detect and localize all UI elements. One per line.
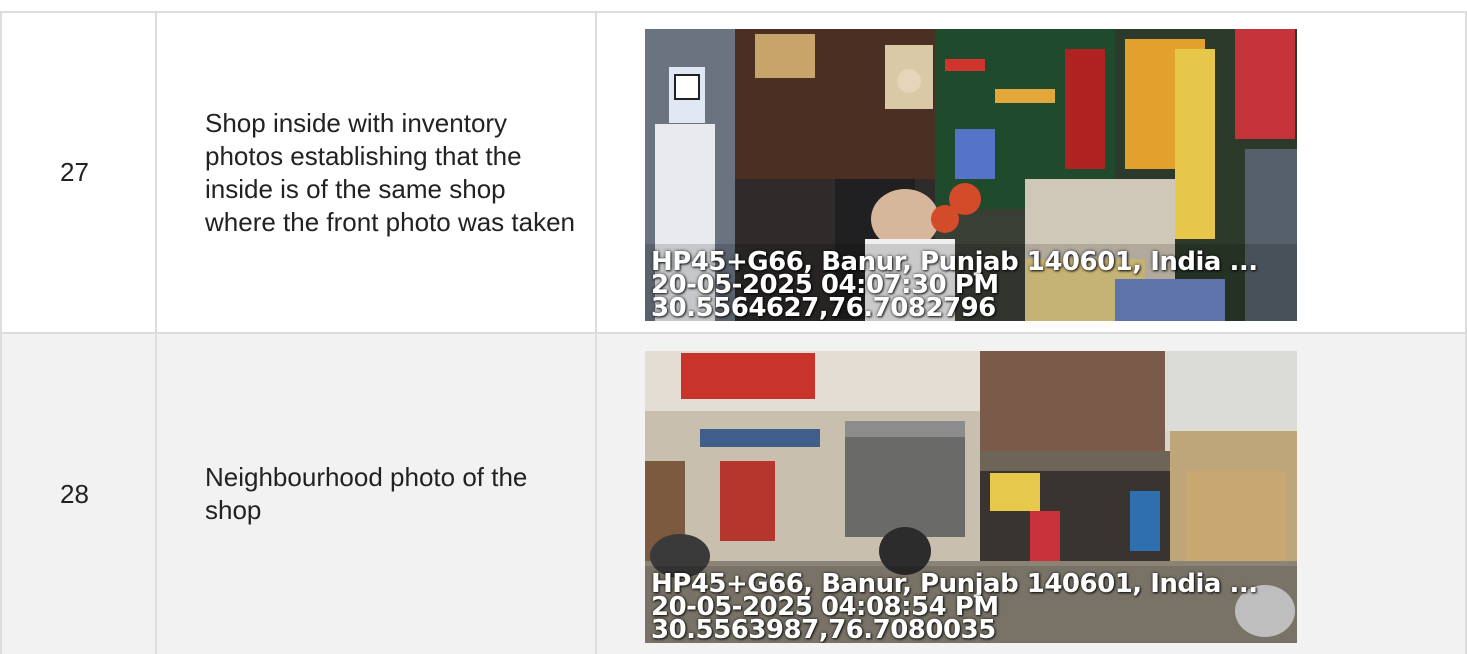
photo-geotag-overlay: HP45+G66, Banur, Punjab 140601, India ..… [651,249,1258,321]
table-row: 28 Neighbourhood photo of the shop HP45+… [0,334,1467,654]
evidence-table: 27 Shop inside with inventory photos est… [0,11,1467,654]
row-number: 28 [0,334,157,654]
shop-inside-photo: HP45+G66, Banur, Punjab 140601, India ..… [645,29,1297,321]
photo-coordinates: 30.5563987,76.7080035 [651,615,996,643]
neighbourhood-photo: HP45+G66, Banur, Punjab 140601, India ..… [645,351,1297,643]
row-description: Neighbourhood photo of the shop [157,334,597,654]
photo-cell: HP45+G66, Banur, Punjab 140601, India ..… [597,334,1467,654]
row-number: 27 [0,13,157,332]
photo-coordinates: 30.5564627,76.7082796 [651,293,996,321]
photo-cell: HP45+G66, Banur, Punjab 140601, India ..… [597,13,1467,332]
row-description-text: Neighbourhood photo of the shop [205,462,528,525]
row-description: Shop inside with inventory photos establ… [157,13,597,332]
photo-geotag-overlay: HP45+G66, Banur, Punjab 140601, India ..… [651,571,1258,643]
table-row: 27 Shop inside with inventory photos est… [0,13,1467,334]
row-description-text: Shop inside with inventory photos establ… [205,107,576,237]
